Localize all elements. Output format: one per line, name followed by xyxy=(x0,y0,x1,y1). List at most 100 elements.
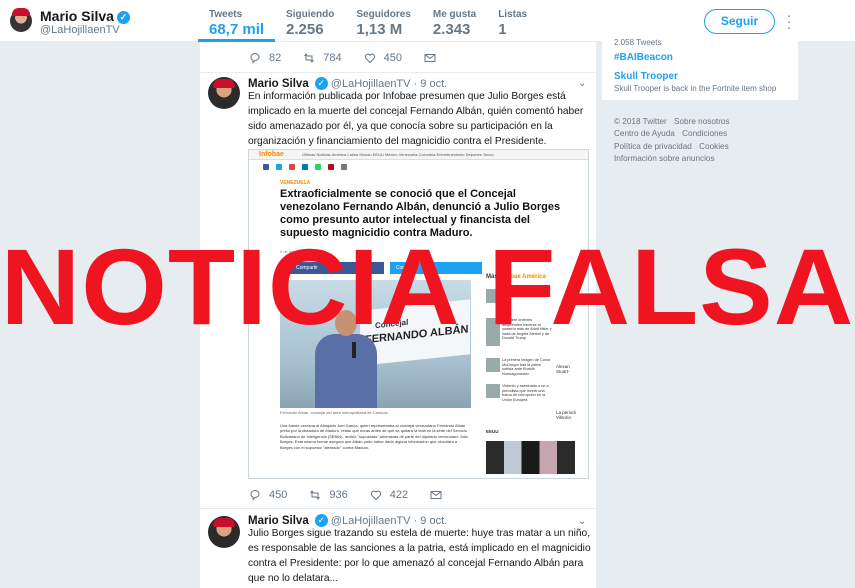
whatsapp-icon xyxy=(315,164,321,170)
tweet-actions: 82 784 450 xyxy=(249,52,466,64)
photo-caption: Fernando Albán, concejal del área metrop… xyxy=(280,410,388,415)
speaker-head xyxy=(335,310,357,336)
twitter-share-button: Compartir xyxy=(390,262,482,274)
stat-value: 1,13 M xyxy=(356,21,403,38)
trends-card: 2.058 Tweets #BAIBeacon Skull Trooper Sk… xyxy=(602,38,798,100)
article-photo: Concejal FERNANDO ALBÁN xyxy=(280,280,471,408)
linkedin-icon xyxy=(302,164,308,170)
trend-tweet-count: 2.058 Tweets xyxy=(614,38,662,47)
profile-avatar[interactable] xyxy=(8,8,34,34)
tweet-avatar[interactable] xyxy=(208,77,240,109)
tweet-media-image[interactable]: Infobae Últimas Noticias América Latina … xyxy=(248,149,589,479)
stat-label: Listas xyxy=(498,9,528,20)
about-link[interactable]: Sobre nosotros xyxy=(674,117,730,126)
sidebar-item: Odón Eteak, el ...de Conor ... xyxy=(502,288,547,297)
like-count: 450 xyxy=(383,52,402,64)
sidebar-item: La primera imagen de Conor McGregor tras… xyxy=(502,358,551,376)
reply-button[interactable]: 82 xyxy=(249,52,281,64)
sidebar-heading-b: Infobae América xyxy=(499,274,546,280)
tweet-avatar[interactable] xyxy=(208,516,240,548)
retweet-icon xyxy=(310,490,321,500)
reply-count: 82 xyxy=(269,52,282,64)
stat-following[interactable]: Siguiendo 2.256 xyxy=(275,0,345,42)
share-icons xyxy=(263,164,354,170)
sidebar-heading-a: Más xyxy=(486,274,498,280)
verified-badge-icon: ✓ xyxy=(116,11,130,24)
stat-value: 2.256 xyxy=(286,21,324,38)
article-share-buttons: Compartir Compartir xyxy=(290,262,482,274)
stat-value: 1 xyxy=(498,21,507,38)
article-sidebar: Más Infobae América Odón Eteak, el ...de… xyxy=(486,274,580,474)
speaker-figure xyxy=(310,310,380,408)
envelope-icon xyxy=(424,54,436,62)
stat-label: Me gusta xyxy=(432,9,477,20)
direct-message-button[interactable] xyxy=(424,52,444,64)
terms-link[interactable]: Condiciones xyxy=(682,129,727,138)
reply-button[interactable]: 450 xyxy=(249,489,287,501)
article-section: VENEZUELA xyxy=(280,180,311,186)
divider xyxy=(200,508,596,509)
stat-label: Tweets xyxy=(209,9,243,20)
stat-label: Siguiendo xyxy=(286,9,335,20)
profile-name-text: Mario Silva xyxy=(40,8,114,24)
direct-message-button[interactable] xyxy=(430,489,450,501)
follow-button[interactable]: Seguir xyxy=(704,9,775,34)
footer-links: © 2018 Twitter Sobre nosotros Centro de … xyxy=(614,116,784,166)
stat-followers[interactable]: Seguidores 1,13 M xyxy=(345,0,421,42)
retweet-button[interactable]: 784 xyxy=(303,52,342,64)
article-headline: Extraoficialmente se conoció que el Conc… xyxy=(280,188,561,239)
like-button[interactable]: 450 xyxy=(364,52,402,64)
stat-value: 68,7 mil xyxy=(209,21,265,38)
reply-icon xyxy=(250,53,260,64)
facebook-share-button: Compartir xyxy=(290,262,384,274)
divider xyxy=(200,72,596,73)
trend-link[interactable]: Skull Trooper xyxy=(614,71,678,82)
trend-link[interactable]: #BAIBeacon xyxy=(614,52,673,63)
profile-name[interactable]: Mario Silva ✓ xyxy=(40,8,130,24)
thumbnail xyxy=(486,384,500,398)
retweet-button[interactable]: 936 xyxy=(309,489,348,501)
thumbnail xyxy=(486,358,500,372)
embed-site-nav: Infobae Últimas Noticias América Latina … xyxy=(249,150,588,160)
twitter-icon xyxy=(276,164,282,170)
chevron-down-icon[interactable]: ⌄ xyxy=(578,78,586,89)
print-icon xyxy=(341,164,347,170)
retweet-count: 784 xyxy=(323,52,342,64)
timeline: 82 784 450 Mario Silva ✓ @LaHojillaenTV … xyxy=(200,42,596,588)
profile-navbar: Mario Silva ✓ @LaHojillaenTV Tweets 68,7 … xyxy=(0,0,855,42)
profile-stats: Tweets 68,7 mil Siguiendo 2.256 Seguidor… xyxy=(198,0,538,42)
more-options-icon[interactable]: · · · xyxy=(786,8,792,34)
stat-value: 2.343 xyxy=(432,21,471,38)
sidebar-right-item: La periodi Viktoria xyxy=(556,410,576,420)
tweet-text: En información publicada por Infobae pre… xyxy=(248,91,584,147)
facebook-icon xyxy=(263,164,269,170)
cookies-link[interactable]: Cookies xyxy=(699,142,729,151)
privacy-link[interactable]: Política de privacidad xyxy=(614,142,692,151)
stat-likes[interactable]: Me gusta 2.343 xyxy=(422,0,487,42)
thumbnail xyxy=(486,318,500,346)
stat-tweets[interactable]: Tweets 68,7 mil xyxy=(198,0,276,42)
pinterest-icon xyxy=(328,164,334,170)
ads-info-link[interactable]: Información sobre anuncios xyxy=(614,154,715,163)
tweet-actions: 450 936 422 xyxy=(249,489,472,501)
profile-handle[interactable]: @LaHojillaenTV xyxy=(40,24,120,36)
thumbnail xyxy=(486,289,500,303)
like-button[interactable]: 422 xyxy=(370,489,408,501)
tweet-text: Julio Borges sigue trazando su estela de… xyxy=(248,528,591,584)
heart-icon xyxy=(364,53,375,64)
sidebar-photo xyxy=(486,441,575,474)
stat-label: Seguidores xyxy=(356,9,411,20)
site-menu: Últimas Noticias América Latina Mundo EE… xyxy=(302,152,494,157)
trend-description: Skull Trooper is back in the Fortnite it… xyxy=(614,84,777,93)
heart-icon xyxy=(370,490,381,501)
help-center-link[interactable]: Centro de Ayuda xyxy=(614,129,675,138)
sidebar-item: Violento y asesinado a un a periodista q… xyxy=(502,384,549,402)
sidebar-right-item: Alexan Stuart- xyxy=(556,364,570,374)
article-body: Una fuente cercana al Abogado Joel Garcí… xyxy=(280,423,468,450)
mail-icon xyxy=(289,164,295,170)
like-count: 422 xyxy=(389,489,409,501)
stat-lists[interactable]: Listas 1 xyxy=(487,0,538,42)
speaker-body xyxy=(315,334,377,408)
reply-icon xyxy=(250,490,260,501)
sidebar-heading: Más Infobae América xyxy=(486,274,546,280)
